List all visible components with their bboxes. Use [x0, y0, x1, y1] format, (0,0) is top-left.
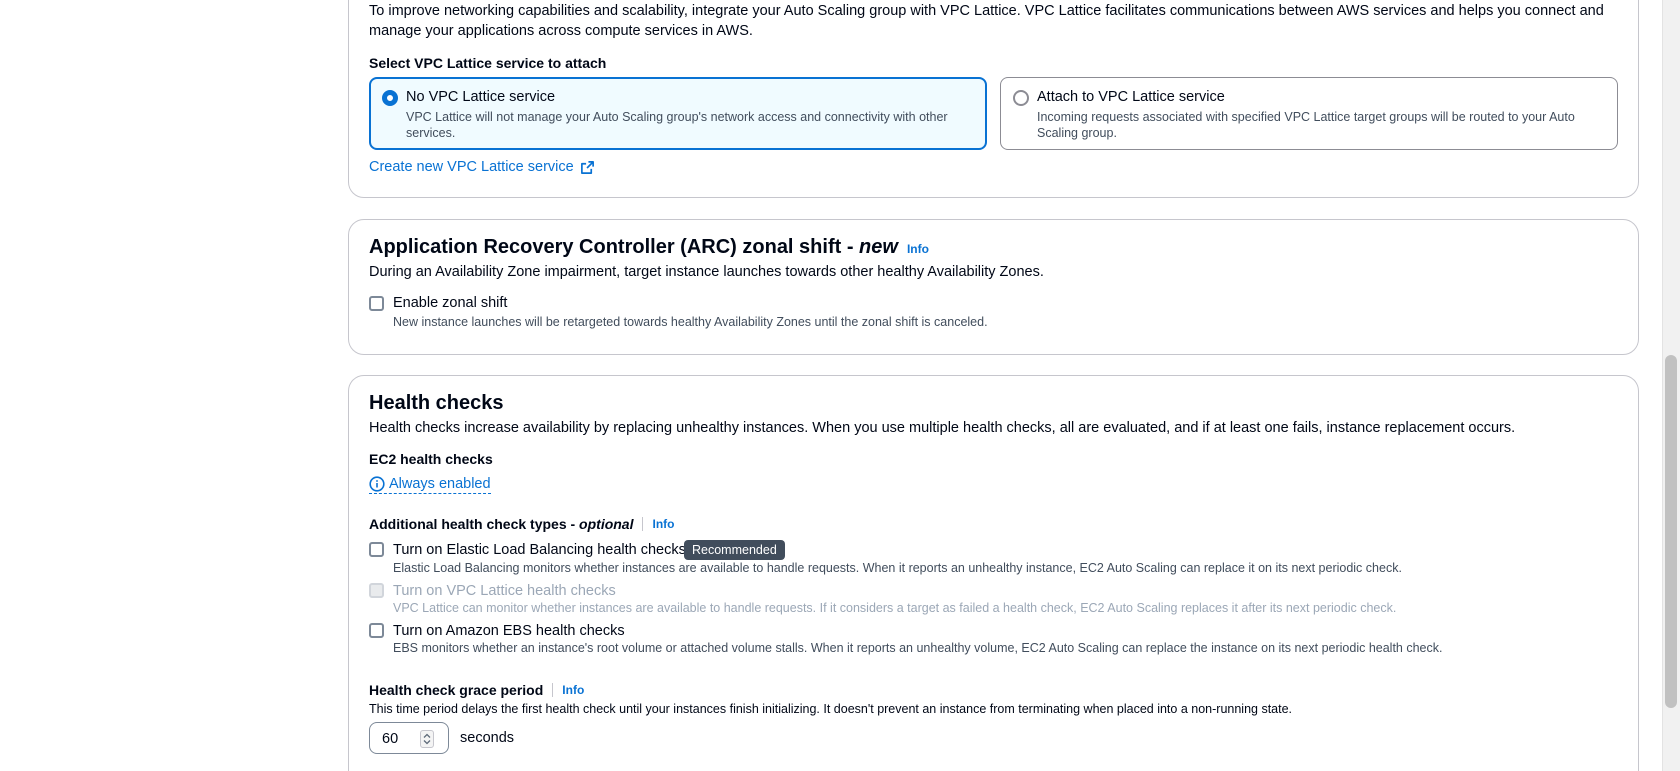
grace-period-label: Health check grace period — [369, 682, 544, 698]
lattice-option-attach[interactable]: Attach to VPC Lattice service Incoming r… — [1000, 77, 1618, 150]
arc-description: During an Availability Zone impairment, … — [369, 264, 1044, 280]
grace-period-value[interactable]: 60 — [382, 729, 398, 749]
lattice-option-none[interactable]: No VPC Lattice service VPC Lattice will … — [369, 77, 987, 150]
elb-health-label[interactable]: Turn on Elastic Load Balancing health ch… — [393, 540, 686, 560]
option-none-title: No VPC Lattice service — [406, 89, 556, 105]
ec2-always-enabled[interactable]: Always enabled — [369, 476, 491, 494]
arc-zonal-shift-card: Application Recovery Controller (ARC) zo… — [348, 219, 1639, 355]
ebs-health-checkbox[interactable] — [369, 623, 384, 638]
create-lattice-link[interactable]: Create new VPC Lattice service — [369, 159, 595, 175]
radio-no-lattice[interactable] — [382, 90, 398, 106]
health-title: Health checks — [369, 392, 504, 414]
radio-attach-lattice[interactable] — [1013, 90, 1029, 106]
lattice-intro: To improve networking capabilities and s… — [369, 3, 1604, 39]
health-description: Health checks increase availability by r… — [369, 420, 1516, 436]
ec2-health-label: EC2 health checks — [369, 451, 493, 467]
page: To improve networking capabilities and s… — [0, 0, 1662, 771]
option-attach-desc: Incoming requests associated with specif… — [1037, 110, 1575, 140]
recommended-badge: Recommended — [684, 540, 785, 560]
scrollbar-thumb[interactable] — [1665, 355, 1677, 708]
grace-period-desc: This time period delays the first health… — [369, 702, 1293, 716]
zonal-shift-label[interactable]: Enable zonal shift — [393, 293, 507, 313]
enable-zonal-shift-checkbox[interactable] — [369, 296, 384, 311]
ebs-health-desc: EBS monitors whether an instance's root … — [393, 641, 1443, 655]
lattice-health-label: Turn on VPC Lattice health checks — [393, 583, 616, 599]
ec2-always-enabled-text[interactable]: Always enabled — [389, 476, 491, 492]
arc-info-link[interactable]: Info — [907, 242, 929, 256]
create-lattice-link-text[interactable]: Create new VPC Lattice service — [369, 159, 574, 175]
elb-health-checkbox[interactable] — [369, 542, 384, 557]
arc-title: Application Recovery Controller (ARC) zo… — [369, 236, 860, 258]
lattice-select-label: Select VPC Lattice service to attach — [369, 55, 607, 71]
option-none-desc: VPC Lattice will not manage your Auto Sc… — [406, 110, 948, 140]
grace-period-row: Health check grace period Info — [369, 682, 584, 698]
zonal-shift-desc: New instance launches will be retargeted… — [393, 315, 988, 329]
info-circle-icon — [369, 476, 385, 492]
additional-types-row: Additional health check types - optional… — [369, 516, 674, 532]
additional-optional: optional — [579, 516, 634, 532]
arc-title-new: new — [859, 236, 898, 258]
additional-info-link[interactable]: Info — [652, 517, 674, 531]
additional-label: Additional health check types - — [369, 516, 580, 532]
vpc-lattice-card: To improve networking capabilities and s… — [348, 0, 1639, 198]
grace-period-unit: seconds — [460, 730, 515, 746]
arc-title-row: Application Recovery Controller (ARC) zo… — [369, 236, 929, 259]
divider — [552, 683, 554, 697]
external-link-icon — [580, 160, 595, 175]
grace-period-input[interactable]: 60 — [369, 722, 449, 754]
ebs-health-label[interactable]: Turn on Amazon EBS health checks — [393, 621, 625, 641]
page-scrollbar[interactable] — [1662, 0, 1680, 771]
option-attach-title: Attach to VPC Lattice service — [1037, 89, 1225, 105]
lattice-health-checkbox[interactable] — [369, 583, 384, 598]
lattice-health-desc: VPC Lattice can monitor whether instance… — [393, 601, 1397, 615]
grace-info-link[interactable]: Info — [562, 683, 584, 697]
elb-health-desc: Elastic Load Balancing monitors whether … — [393, 561, 1402, 575]
stepper-arrows-icon[interactable] — [420, 730, 434, 748]
divider — [642, 517, 644, 531]
health-checks-card: Health checks Health checks increase ava… — [348, 375, 1639, 771]
